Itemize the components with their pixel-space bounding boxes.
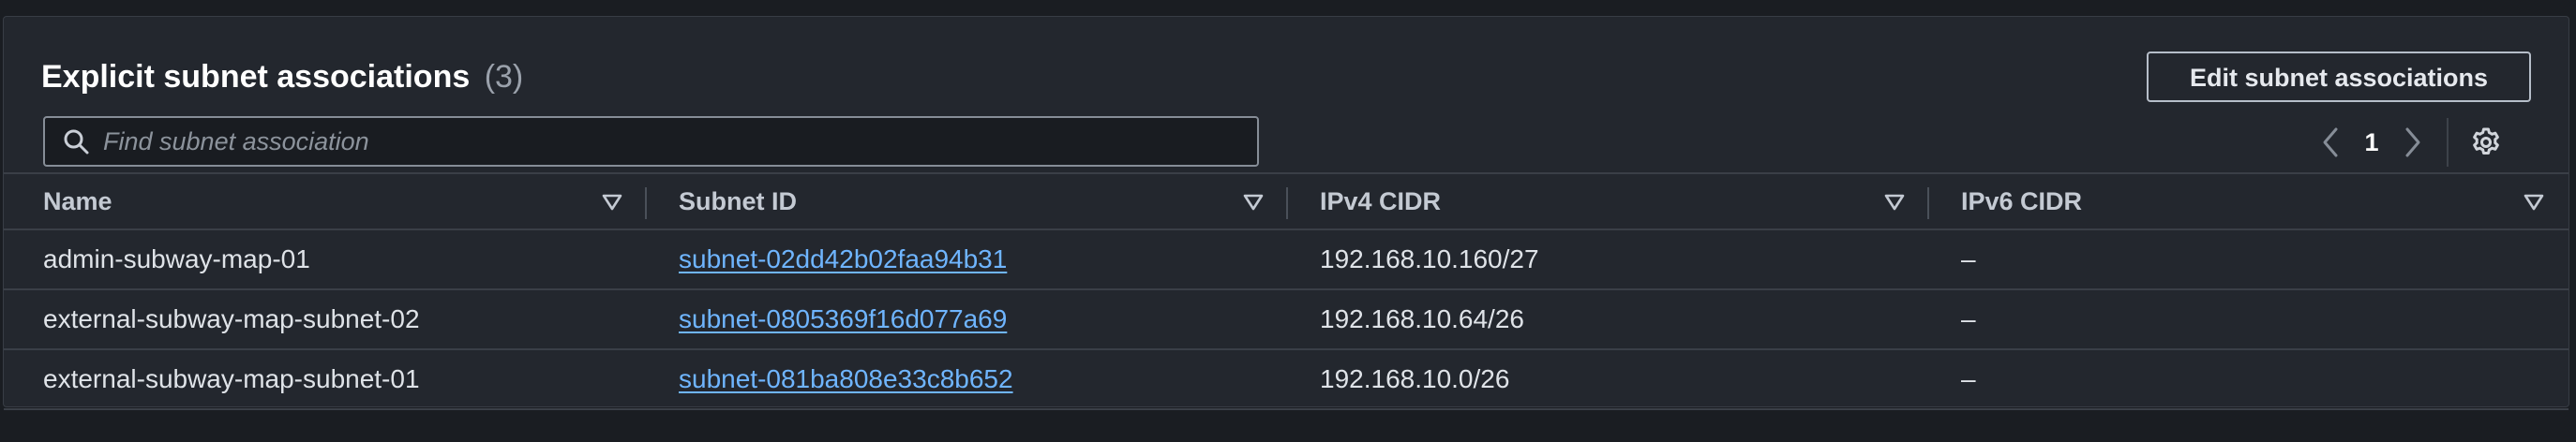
table-header: Name Subnet ID IPv4 CIDR IPv6 CIDR: [4, 172, 2569, 230]
column-header-ipv6-cidr[interactable]: IPv6 CIDR: [1929, 174, 2569, 228]
association-count: (3): [484, 59, 524, 95]
subnet-id-link[interactable]: subnet-02dd42b02faa94b31: [679, 244, 1007, 274]
preferences-button[interactable]: [2465, 118, 2507, 167]
cell-name: external-subway-map-subnet-01: [43, 364, 420, 393]
cell-subnet-id: subnet-081ba808e33c8b652: [647, 350, 1288, 408]
subnet-associations-table: Name Subnet ID IPv4 CIDR IPv6 CIDR admin…: [4, 172, 2569, 410]
sort-icon[interactable]: [2522, 190, 2546, 214]
cell-ipv6-cidr: –: [1961, 364, 1976, 393]
subnet-id-link[interactable]: subnet-081ba808e33c8b652: [679, 364, 1013, 394]
cell-name: admin-subway-map-01: [43, 244, 310, 273]
cell-subnet-id: subnet-0805369f16d077a69: [647, 290, 1288, 348]
column-header-name[interactable]: Name: [4, 174, 647, 228]
table-row: external-subway-map-subnet-02 subnet-080…: [4, 290, 2569, 350]
cell-ipv4-cidr: 192.168.10.0/26: [1320, 364, 1510, 393]
column-header-label: IPv4 CIDR: [1320, 186, 1442, 215]
cell-subnet-id: subnet-02dd42b02faa94b31: [647, 230, 1288, 288]
table-row: admin-subway-map-01 subnet-02dd42b02faa9…: [4, 230, 2569, 290]
cell-ipv4-cidr: 192.168.10.160/27: [1320, 244, 1539, 273]
subnet-id-link[interactable]: subnet-0805369f16d077a69: [679, 304, 1007, 334]
next-page-button[interactable]: [2392, 118, 2434, 167]
settings-gear-icon: [2473, 127, 2499, 155]
column-header-subnet-id[interactable]: Subnet ID: [647, 174, 1288, 228]
edit-subnet-associations-button[interactable]: Edit subnet associations: [2147, 52, 2531, 102]
panel-title-text: Explicit subnet associations: [41, 59, 471, 95]
search-input[interactable]: [103, 118, 1257, 165]
current-page-number[interactable]: 1: [2351, 128, 2392, 157]
column-header-label: Name: [43, 186, 112, 215]
search-box[interactable]: [43, 116, 1259, 167]
search-icon: [58, 124, 94, 159]
sort-icon[interactable]: [1241, 190, 1266, 214]
subnet-associations-panel: Explicit subnet associations (3) Edit su…: [3, 16, 2569, 410]
column-header-ipv4-cidr[interactable]: IPv4 CIDR: [1288, 174, 1929, 228]
column-header-label: IPv6 CIDR: [1961, 186, 2083, 215]
cell-ipv6-cidr: –: [1961, 244, 1976, 273]
table-row: external-subway-map-subnet-01 subnet-081…: [4, 350, 2569, 410]
cell-ipv6-cidr: –: [1961, 304, 1976, 333]
pagination-divider: [2447, 118, 2449, 167]
panel-title: Explicit subnet associations (3): [41, 54, 523, 99]
previous-page-button[interactable]: [2310, 118, 2351, 167]
pagination: 1: [2310, 118, 2507, 167]
cell-name: external-subway-map-subnet-02: [43, 304, 420, 333]
column-header-label: Subnet ID: [679, 186, 797, 215]
sort-icon[interactable]: [600, 190, 624, 214]
chevron-left-icon: [2323, 127, 2338, 157]
cell-ipv4-cidr: 192.168.10.64/26: [1320, 304, 1524, 333]
chevron-right-icon: [2405, 127, 2420, 157]
sort-icon[interactable]: [1882, 190, 1907, 214]
